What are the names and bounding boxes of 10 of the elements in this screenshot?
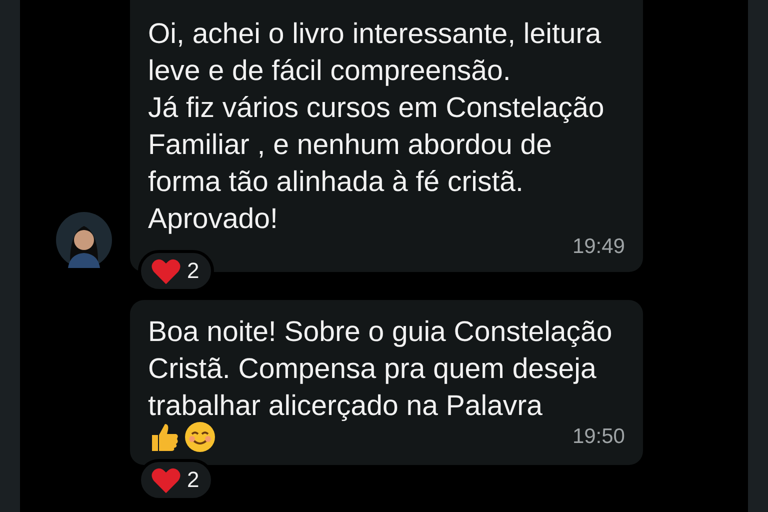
message-time: 19:49 [572,235,625,259]
message-text: Oi, achei o livro interessante, leitura leve e de fácil compreensão. Já fiz vários cursos em Constelação Familiar , e nenhum abordou de forma tão alinhada à fé cristã. Aprovado! [148,17,606,237]
heart-icon [151,257,181,285]
heart-icon [151,466,181,494]
reaction-badge[interactable]: 2 [138,250,214,292]
message-time: 19:50 [572,425,625,449]
reaction-count: 2 [187,258,200,284]
reaction-count: 2 [187,467,200,493]
message-text: Boa noite! Sobre o guia Constelação Cristã. Compensa pra quem deseja trabalhar alicerçado na Palavra [148,315,614,424]
avatar-icon[interactable] [56,212,112,268]
